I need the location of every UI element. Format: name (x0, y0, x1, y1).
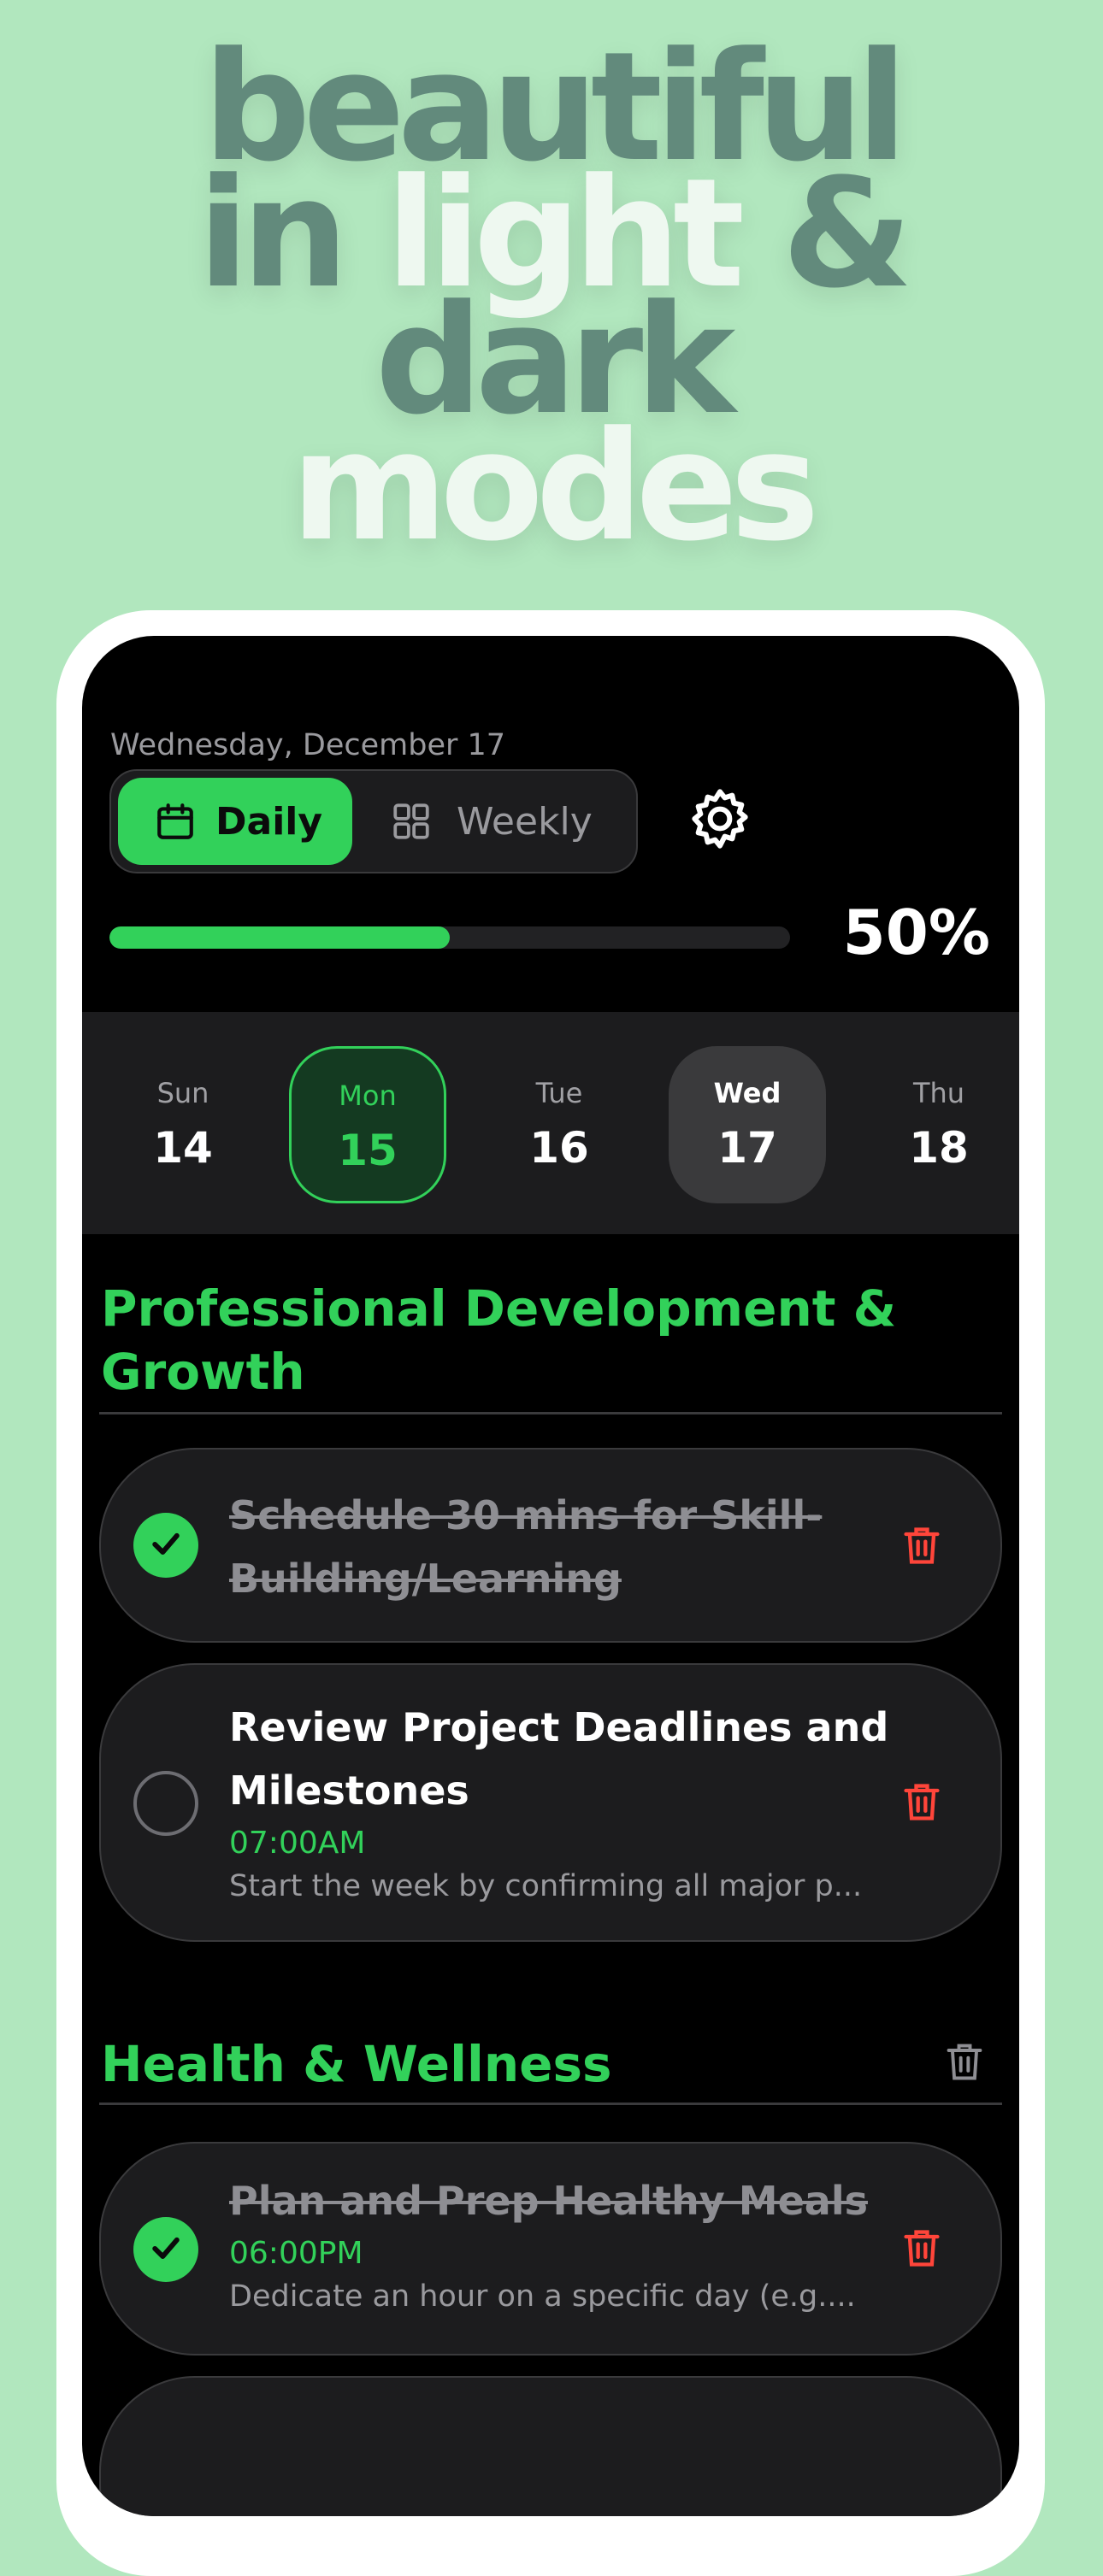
section-title: Health & Wellness (101, 2035, 612, 2093)
task-time: 07:00AM (229, 1826, 366, 1861)
current-date: Wednesday, December 17 (110, 728, 506, 762)
trash-icon (900, 1779, 944, 1828)
day-date: 15 (338, 1126, 398, 1175)
headline: beautiful in light & dark modes (0, 32, 1103, 574)
headline-word-amp: & (737, 146, 912, 321)
delete-section-button[interactable] (939, 2038, 990, 2089)
trash-icon (900, 2226, 944, 2274)
task-item[interactable]: Review Project Deadlines and Milestones … (99, 1663, 1002, 1942)
delete-task-button[interactable] (896, 1521, 947, 1573)
progress-bar (109, 926, 790, 949)
task-item-partial[interactable] (99, 2376, 1002, 2516)
day-name: Thu (912, 1077, 965, 1109)
day-name: Mon (339, 1079, 397, 1112)
task-title: Schedule 30 mins for Skill-Building/Lear… (229, 1492, 823, 1602)
headline-word-in: in (198, 146, 386, 321)
trash-icon (900, 1523, 944, 1572)
day-strip: Sun 14 Mon 15 Tue 16 Wed 17 Thu 18 (82, 1012, 1019, 1234)
task-checkbox[interactable] (133, 1771, 198, 1836)
task-item[interactable]: Plan and Prep Healthy Meals 06:00PM Dedi… (99, 2142, 1002, 2355)
checkmark-icon (147, 1525, 185, 1567)
day-date: 14 (153, 1123, 213, 1173)
headline-line-4: modes (291, 399, 819, 574)
day-wed[interactable]: Wed 17 (669, 1046, 826, 1203)
day-date: 18 (909, 1123, 969, 1173)
task-checkbox[interactable] (133, 2217, 198, 2282)
task-description: Start the week by confirming all major p… (229, 1869, 863, 1903)
grid-icon (390, 800, 433, 843)
progress-percent: 50% (842, 897, 990, 968)
app-screen: Wednesday, December 17 Daily Weekly 50% … (82, 636, 1019, 2516)
section-divider (99, 2103, 1002, 2105)
day-sun[interactable]: Sun 14 (104, 1046, 262, 1203)
day-name: Wed (713, 1077, 782, 1109)
weekly-tab-label: Weekly (457, 799, 593, 844)
task-title: Plan and Prep Healthy Meals (229, 2178, 868, 2224)
progress-fill (109, 926, 450, 949)
day-date: 17 (717, 1123, 777, 1173)
day-tue[interactable]: Tue 16 (481, 1046, 638, 1203)
delete-task-button[interactable] (896, 1778, 947, 1829)
day-name: Tue (535, 1077, 583, 1109)
day-mon[interactable]: Mon 15 (289, 1046, 446, 1203)
task-title: Review Project Deadlines and Milestones (229, 1704, 889, 1814)
section-title: Professional Development & Growth (101, 1279, 897, 1401)
daily-tab-label: Daily (215, 799, 323, 844)
settings-button[interactable] (681, 781, 759, 860)
task-checkbox[interactable] (133, 1513, 198, 1578)
calendar-icon (154, 800, 197, 843)
task-description: Dedicate an hour on a specific day (e.g.… (229, 2279, 856, 2314)
day-date: 16 (529, 1123, 589, 1173)
day-name: Sun (156, 1077, 209, 1109)
weekly-tab[interactable]: Weekly (359, 778, 629, 865)
delete-task-button[interactable] (896, 2224, 947, 2275)
task-time: 06:00PM (229, 2236, 363, 2271)
daily-tab[interactable]: Daily (118, 778, 352, 865)
section-divider (99, 1412, 1002, 1414)
gear-icon (686, 785, 754, 857)
checkmark-icon (147, 2229, 185, 2271)
task-item[interactable]: Schedule 30 mins for Skill-Building/Lear… (99, 1448, 1002, 1643)
day-thu[interactable]: Thu 18 (860, 1046, 1017, 1203)
trash-icon (942, 2039, 987, 2088)
view-toggle: Daily Weekly (109, 769, 638, 873)
